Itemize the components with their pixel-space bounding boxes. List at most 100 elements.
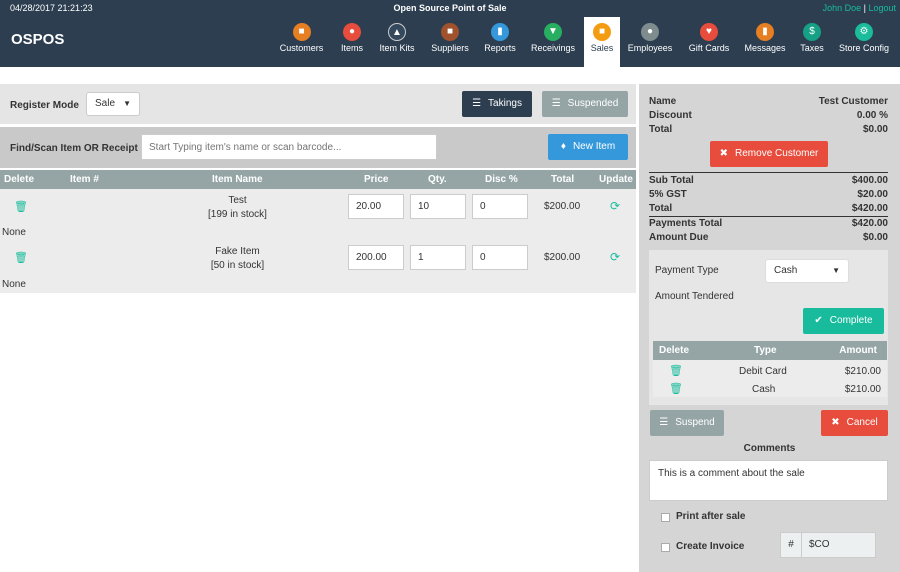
trash-icon[interactable]: 🗑 [669, 364, 683, 377]
item-search-input[interactable] [141, 134, 437, 160]
col-price: Price [364, 174, 389, 185]
item-name-cell: Fake Item [50 in stock] [210, 246, 265, 271]
list-icon: ☰ [551, 98, 561, 109]
payment-type-select[interactable]: Cash ▼ [765, 259, 849, 283]
receivings-icon: ▼ [544, 23, 562, 41]
employees-icon: ● [641, 23, 659, 41]
sales-icon: ■ [593, 23, 611, 41]
col-qty: Qty. [428, 174, 447, 185]
create-invoice-label: Create Invoice [676, 541, 745, 552]
price-input[interactable] [348, 245, 404, 270]
customers-icon: ■ [292, 23, 311, 41]
trash-icon[interactable]: 🗑 [14, 200, 28, 213]
logout-link[interactable]: Logout [868, 3, 896, 13]
top-bar: 04/28/2017 21:21:23 Open Source Point of… [0, 0, 900, 17]
discount-input[interactable] [472, 245, 528, 270]
subtotal-row: Sub Total $400.00 [649, 175, 888, 186]
nav-suppliers[interactable]: ■ Suppliers [428, 17, 472, 67]
register-mode-label: Register Mode [10, 100, 79, 111]
amount-tendered-label: Amount Tendered [655, 291, 734, 302]
nav-taxes[interactable]: $ Taxes [798, 17, 826, 67]
col-total: Total [551, 174, 575, 185]
list-icon: ☰ [659, 417, 669, 428]
cancel-button[interactable]: ✖ Cancel [821, 410, 888, 436]
trash-icon[interactable]: 🗑 [14, 251, 28, 264]
suspended-button[interactable]: ☰ Suspended [542, 91, 628, 117]
gift-cards-icon: ♥ [700, 23, 718, 41]
takings-button[interactable]: ☰ Takings [462, 91, 532, 117]
qty-input[interactable] [410, 194, 466, 219]
invoice-prefix: # [780, 532, 802, 558]
cart-table-body: 🗑 Test[199 in stock] $200.00 ⟳ None 🗑 Fa… [0, 189, 636, 293]
customer-name-row: Name Test Customer [649, 96, 888, 107]
nav-sales[interactable]: ■ Sales [584, 17, 620, 67]
remove-customer-button[interactable]: ✖ Remove Customer [710, 141, 828, 167]
item-name-cell: Test [199 in stock] [208, 195, 267, 220]
register-mode-select[interactable]: Sale ▼ [86, 92, 140, 116]
payments-total-row: Payments Total $420.00 [649, 218, 888, 229]
discount-input[interactable] [472, 194, 528, 219]
reports-icon: ▮ [491, 23, 509, 41]
brand-logo[interactable]: OSPOS [11, 31, 64, 48]
messages-icon: ▮ [756, 23, 774, 41]
print-after-sale-label: Print after sale [676, 511, 746, 522]
find-item-bar: Find/Scan Item OR Receipt ♦New Item [0, 127, 636, 168]
line-total: $200.00 [544, 252, 581, 263]
serial-value: None [2, 279, 26, 290]
nav-store-config[interactable]: ⚙ Store Config [836, 17, 892, 67]
nav-employees[interactable]: ● Employees [626, 17, 674, 67]
print-after-sale-checkbox[interactable] [661, 513, 670, 522]
customer-name: Test Customer [818, 96, 888, 107]
trash-icon[interactable]: 🗑 [669, 382, 683, 395]
col-item-name: Item Name [212, 174, 263, 185]
user-info: John Doe | Logout [823, 0, 896, 17]
payments-table-header: Delete Type Amount [653, 341, 887, 360]
suspend-button[interactable]: ☰ Suspend [650, 410, 724, 436]
user-link[interactable]: John Doe [823, 3, 862, 13]
app-name: Open Source Point of Sale [393, 3, 507, 13]
main-nav: OSPOS ■ Customers ● Items ▲ Item Kits ■ Supp… [0, 17, 900, 67]
refresh-icon[interactable]: ⟳ [610, 250, 620, 264]
tax-row: 5% GST $20.00 [649, 189, 888, 200]
customer-total-row: Total $0.00 [649, 124, 888, 135]
price-input[interactable] [348, 194, 404, 219]
nav-customers[interactable]: ■ Customers [276, 17, 327, 67]
comments-textarea[interactable]: This is a comment about the sale [649, 460, 888, 501]
close-icon: ✖ [719, 148, 729, 159]
nav-items[interactable]: ● Items [334, 17, 370, 67]
comments-label: Comments [743, 443, 796, 454]
items-icon: ● [343, 23, 361, 41]
nav-item-kits[interactable]: ▲ Item Kits [375, 17, 419, 67]
complete-button[interactable]: ✔ Complete [803, 308, 884, 334]
check-icon: ✔ [814, 315, 823, 326]
payments-table-body: 🗑 Debit Card $210.00 🗑 Cash $210.00 [653, 360, 887, 397]
nav-gift-cards[interactable]: ♥ Gift Cards [686, 17, 732, 67]
nav-messages[interactable]: ▮ Messages [743, 17, 787, 67]
store-config-icon: ⚙ [855, 23, 873, 41]
suppliers-icon: ■ [441, 23, 459, 41]
nav-receivings[interactable]: ▼ Receivings [528, 17, 578, 67]
close-icon: ✖ [831, 417, 840, 428]
tag-icon: ♦ [560, 141, 566, 152]
caret-down-icon: ▼ [832, 266, 840, 275]
serial-value: None [2, 227, 26, 238]
col-delete: Delete [4, 174, 35, 185]
customer-discount-row: Discount 0.00 % [649, 110, 888, 121]
cart-table-header: Delete Item # Item Name Price Qty. Disc … [0, 170, 636, 189]
taxes-icon: $ [803, 23, 821, 41]
invoice-number-input[interactable]: $CO [801, 532, 876, 558]
nav-reports[interactable]: ▮ Reports [481, 17, 519, 67]
line-total: $200.00 [544, 201, 581, 212]
refresh-icon[interactable]: ⟳ [610, 199, 620, 213]
col-update: Update [599, 174, 633, 185]
caret-down-icon: ▼ [123, 99, 131, 108]
total-row: Total $420.00 [649, 203, 888, 214]
item-kits-icon: ▲ [388, 23, 406, 41]
col-item-number: Item # [70, 174, 99, 185]
qty-input[interactable] [410, 245, 466, 270]
new-item-button[interactable]: ♦ New Item [548, 134, 628, 160]
create-invoice-checkbox[interactable] [661, 543, 670, 552]
amount-due-row: Amount Due $0.00 [649, 232, 888, 243]
find-item-label: Find/Scan Item OR Receipt [10, 143, 138, 154]
register-mode-bar: Register Mode Sale ▼ ☰ Takings ☰ Suspended [0, 84, 636, 124]
